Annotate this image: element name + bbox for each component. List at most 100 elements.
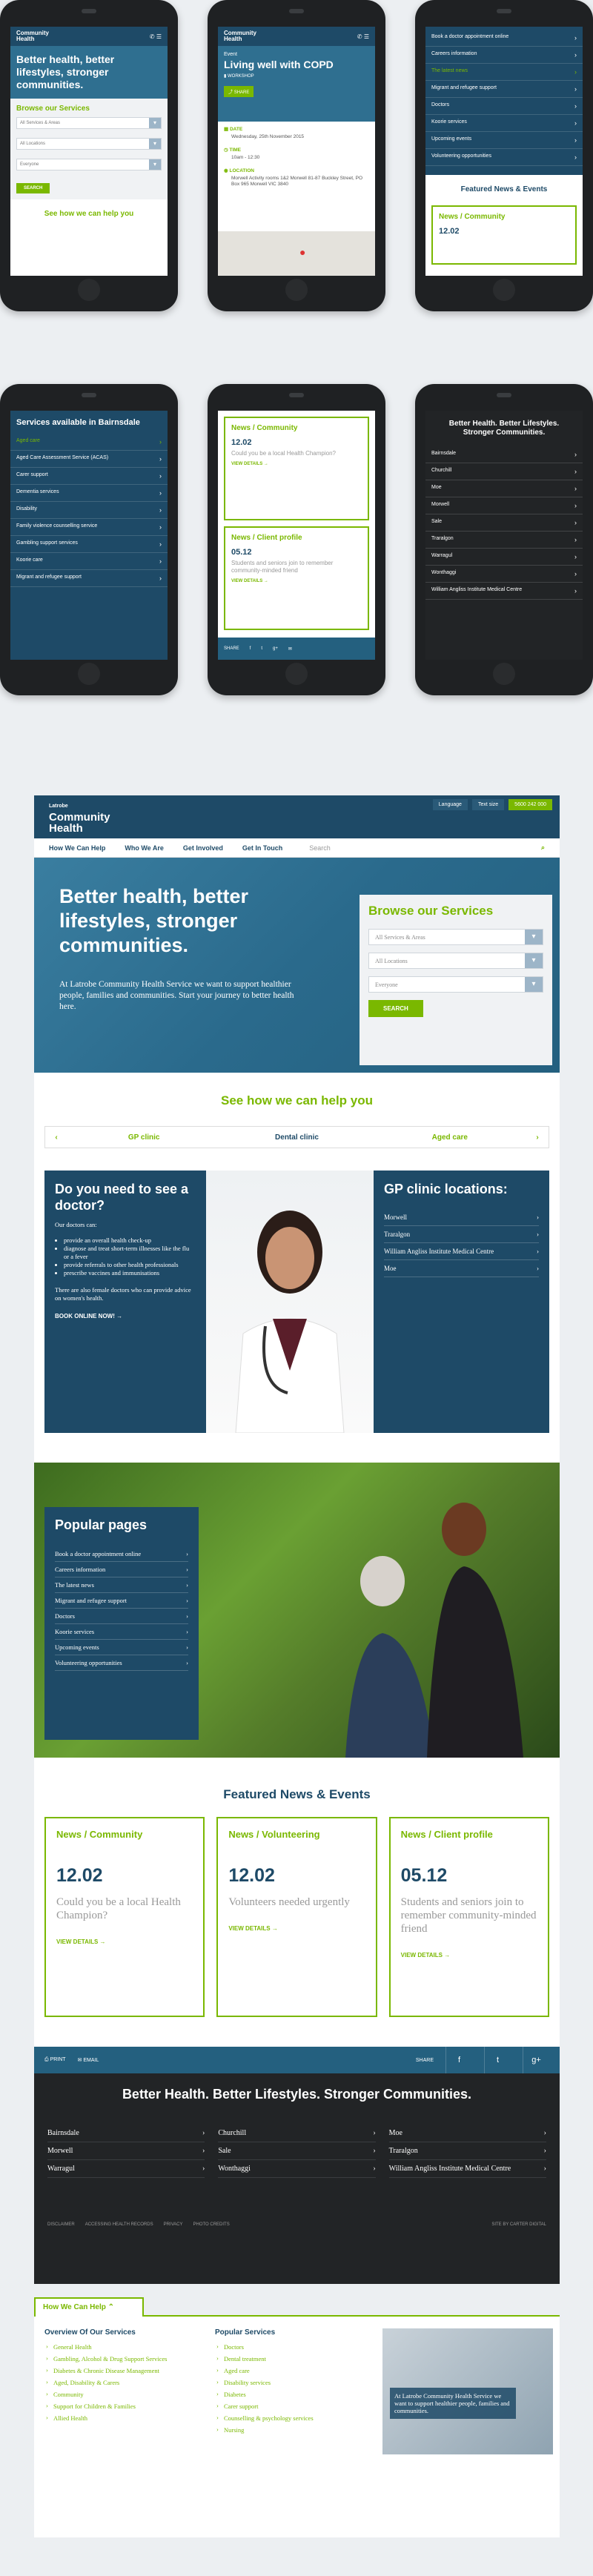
location-link[interactable]: Wonthaggi ›	[218, 2160, 376, 2178]
menu-icon[interactable]: ☰	[364, 33, 369, 40]
list-item[interactable]: Careers information	[425, 47, 583, 64]
list-item[interactable]: William Angliss Institute Medical Centre	[425, 583, 583, 600]
text-size-toggle[interactable]: Text size	[471, 798, 505, 810]
list-item[interactable]: Dementia services	[10, 485, 168, 502]
list-item[interactable]: Carer support	[10, 468, 168, 485]
share-button[interactable]: ⤴ SHARE	[224, 86, 254, 97]
menu-item[interactable]: Support for Children & Families	[44, 2400, 200, 2412]
mega-menu-tab[interactable]: How We Can Help ⌃	[34, 2297, 144, 2317]
list-item[interactable]: Upcoming events ›	[55, 1640, 188, 1655]
menu-item[interactable]: Community	[44, 2388, 200, 2400]
twitter-icon[interactable]: t	[261, 646, 262, 651]
location-link[interactable]: Churchill ›	[218, 2125, 376, 2142]
list-item[interactable]: Warragul	[425, 549, 583, 566]
book-online-link[interactable]: BOOK ONLINE NOW! →	[55, 1313, 196, 1320]
list-item[interactable]: The latest news ›	[55, 1577, 188, 1593]
disclaimer-link[interactable]: DISCLAIMER	[47, 2222, 75, 2227]
list-item[interactable]: Koorie care	[10, 553, 168, 570]
menu-item[interactable]: Aged, Disability & Carers	[44, 2377, 200, 2388]
location-link[interactable]: Warragul ›	[47, 2160, 205, 2178]
search-icon[interactable]: ⌕	[541, 844, 545, 852]
list-item[interactable]: Family violence counselling service	[10, 519, 168, 536]
location-link[interactable]: William Angliss Institute Medical Centre…	[388, 2160, 546, 2178]
location-link[interactable]: Moe ›	[388, 2125, 546, 2142]
phone-icon[interactable]: ✆	[357, 33, 362, 40]
menu-item[interactable]: Counselling & psychology services	[215, 2412, 371, 2424]
list-item[interactable]: Disability	[10, 502, 168, 519]
site-credit[interactable]: SITE BY CARTER DIGITAL	[491, 2222, 546, 2227]
news-card[interactable]: News / Client profile 05.12 Students and…	[388, 1817, 549, 2017]
tab-aged-care[interactable]: Aged care	[374, 1133, 526, 1142]
phone-icon[interactable]: ✆	[150, 33, 155, 40]
list-item[interactable]: Sale	[425, 514, 583, 532]
list-item[interactable]: The latest news	[425, 64, 583, 81]
audience-select[interactable]: Everyone	[368, 976, 543, 993]
nav-who-we-are[interactable]: Who We Are	[125, 844, 164, 852]
facebook-icon[interactable]: f	[250, 646, 251, 651]
nav-how-we-can-help[interactable]: How We Can Help	[49, 844, 105, 852]
list-item[interactable]: Volunteering opportunities ›	[55, 1655, 188, 1671]
email-button[interactable]: ✉ EMAIL	[78, 2057, 99, 2063]
location-link[interactable]: Sale ›	[218, 2142, 376, 2160]
list-item[interactable]: Traralgon	[425, 532, 583, 549]
list-item[interactable]: Book a doctor appointment online	[425, 30, 583, 47]
list-item[interactable]: Moe	[425, 480, 583, 497]
googleplus-icon[interactable]: g+	[273, 646, 278, 651]
menu-item[interactable]: General Health	[44, 2341, 200, 2353]
menu-item[interactable]: Disability services	[215, 2377, 371, 2388]
list-item[interactable]: Aged Care Assessment Service (ACAS)	[10, 451, 168, 468]
privacy-link[interactable]: PRIVACY	[164, 2222, 183, 2227]
menu-item[interactable]: Diabetes & Chronic Disease Management	[44, 2365, 200, 2377]
email-icon[interactable]: ✉	[288, 646, 292, 652]
menu-item[interactable]: Carer support	[215, 2400, 371, 2412]
list-item[interactable]: Upcoming events	[425, 132, 583, 149]
list-item[interactable]: Wonthaggi	[425, 566, 583, 583]
location-item[interactable]: William Angliss Institute Medical Centre…	[384, 1243, 539, 1260]
view-details-link[interactable]: VIEW DETAILS →	[228, 1925, 365, 1932]
list-item[interactable]: Gambling support services	[10, 536, 168, 553]
location-item[interactable]: Morwell ›	[384, 1209, 539, 1226]
news-card[interactable]: News / Community 12.02	[431, 205, 577, 265]
twitter-icon[interactable]: t	[484, 2047, 511, 2073]
list-item[interactable]: Morwell	[425, 497, 583, 514]
location-link[interactable]: Traralgon ›	[388, 2142, 546, 2160]
print-button[interactable]: ⎙ PRINT	[44, 2057, 66, 2063]
search-button[interactable]: SEARCH	[16, 183, 50, 193]
services-select[interactable]: All Services & Areas	[16, 117, 162, 129]
menu-icon[interactable]: ☰	[156, 33, 162, 40]
locations-select[interactable]: All Locations	[16, 138, 162, 150]
menu-item[interactable]: Gambling, Alcohol & Drug Support Service…	[44, 2353, 200, 2365]
view-details-link[interactable]: VIEW DETAILS →	[56, 1938, 193, 1945]
search-button[interactable]: SEARCH	[368, 1000, 423, 1017]
googleplus-icon[interactable]: g+	[523, 2047, 549, 2073]
list-item[interactable]: Doctors ›	[55, 1609, 188, 1624]
news-card[interactable]: News / Client profile 05.12 Students and…	[224, 526, 369, 630]
nav-get-in-touch[interactable]: Get In Touch	[242, 844, 282, 852]
tab-dental-clinic[interactable]: Dental clinic	[220, 1133, 373, 1142]
phone-number[interactable]: 5600 242 000	[508, 798, 552, 810]
menu-item[interactable]: Allied Health	[44, 2412, 200, 2424]
view-details-link[interactable]: VIEW DETAILS →	[231, 462, 362, 466]
audience-select[interactable]: Everyone	[16, 159, 162, 170]
logo[interactable]: Latrobe Community Health	[49, 801, 110, 834]
list-item[interactable]: Volunteering opportunities	[425, 149, 583, 166]
list-item[interactable]: Koorie services ›	[55, 1624, 188, 1640]
map[interactable]: ●	[218, 231, 375, 276]
list-item[interactable]: Migrant and refugee support	[10, 570, 168, 587]
chevron-right-icon[interactable]: ›	[526, 1133, 549, 1142]
location-link[interactable]: Morwell ›	[47, 2142, 205, 2160]
list-item[interactable]: Migrant and refugee support	[425, 81, 583, 98]
menu-item[interactable]: Dental treatment	[215, 2353, 371, 2365]
logo[interactable]: Community Health	[16, 30, 49, 42]
help-link[interactable]: See how we can help you	[10, 199, 168, 228]
list-item[interactable]: Book a doctor appointment online ›	[55, 1546, 188, 1562]
menu-item[interactable]: Aged care	[215, 2365, 371, 2377]
logo[interactable]: Community Health	[224, 30, 256, 42]
view-details-link[interactable]: VIEW DETAILS →	[231, 579, 362, 583]
chevron-left-icon[interactable]: ‹	[45, 1133, 67, 1142]
list-item[interactable]: Careers information ›	[55, 1562, 188, 1577]
menu-item[interactable]: Doctors	[215, 2341, 371, 2353]
location-link[interactable]: Bairnsdale ›	[47, 2125, 205, 2142]
news-card[interactable]: News / Volunteering 12.02 Volunteers nee…	[216, 1817, 377, 2017]
nav-get-involved[interactable]: Get Involved	[183, 844, 223, 852]
